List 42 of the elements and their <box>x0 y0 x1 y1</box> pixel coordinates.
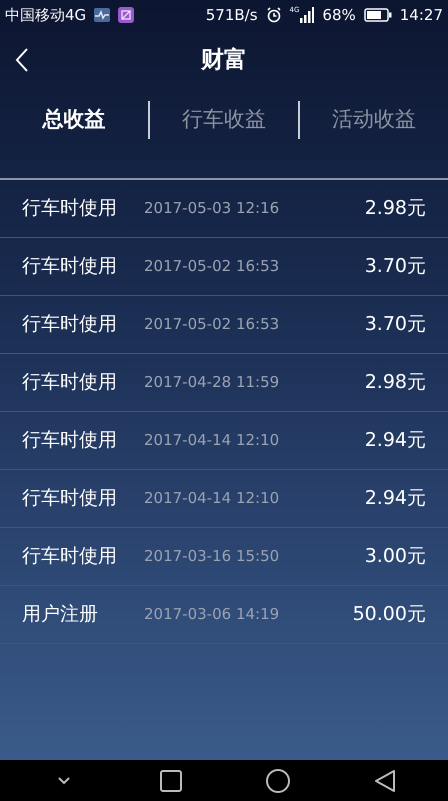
record-amount: 2.98元 <box>364 370 426 396</box>
circle-icon <box>266 768 290 792</box>
signal-icon <box>300 7 314 23</box>
record-type: 行车时使用 <box>22 196 118 222</box>
record-type: 行车时使用 <box>22 254 118 280</box>
triangle-back-icon <box>374 768 396 792</box>
record-time: 2017-03-06 14:19 <box>144 604 280 626</box>
record-amount: 3.00元 <box>364 544 426 570</box>
page-title: 财富 <box>201 46 247 75</box>
record-time: 2017-05-02 16:53 <box>144 314 280 336</box>
clock-time: 14:27 <box>400 4 443 26</box>
record-type: 行车时使用 <box>22 486 118 512</box>
tab[interactable]: 活动收益 <box>300 104 448 136</box>
network-speed: 571B/s <box>206 4 258 26</box>
battery-percent: 68% <box>322 4 356 26</box>
record-time: 2017-05-03 12:16 <box>144 198 280 220</box>
back-icon <box>15 47 29 73</box>
app-notification-icon <box>118 7 134 23</box>
heart-rate-icon <box>94 8 110 22</box>
chevron-down-icon <box>58 776 70 784</box>
record-type: 行车时使用 <box>22 544 118 570</box>
record-time: 2017-05-02 16:53 <box>144 256 280 278</box>
record-type: 行车时使用 <box>22 428 118 454</box>
record-amount: 2.98元 <box>364 196 426 222</box>
record-time: 2017-03-16 15:50 <box>144 546 280 568</box>
record-amount: 2.94元 <box>364 428 426 454</box>
record-amount: 2.94元 <box>364 486 426 512</box>
record-time: 2017-04-28 11:59 <box>144 372 280 394</box>
battery-icon <box>364 8 392 22</box>
record-amount: 50.00元 <box>352 602 426 628</box>
record-amount: 3.70元 <box>364 312 426 338</box>
alarm-icon <box>266 7 282 23</box>
record-amount: 3.70元 <box>364 254 426 280</box>
carrier-name: 中国移动4G <box>5 4 86 26</box>
record-type: 用户注册 <box>22 602 99 628</box>
tab[interactable]: 总收益 <box>0 104 148 136</box>
record-type: 行车时使用 <box>22 312 118 338</box>
record-time: 2017-04-14 12:10 <box>144 488 280 510</box>
tab[interactable]: 行车收益 <box>150 104 298 136</box>
record-type: 行车时使用 <box>22 370 118 396</box>
record-time: 2017-04-14 12:10 <box>144 430 280 452</box>
square-icon <box>160 770 182 792</box>
